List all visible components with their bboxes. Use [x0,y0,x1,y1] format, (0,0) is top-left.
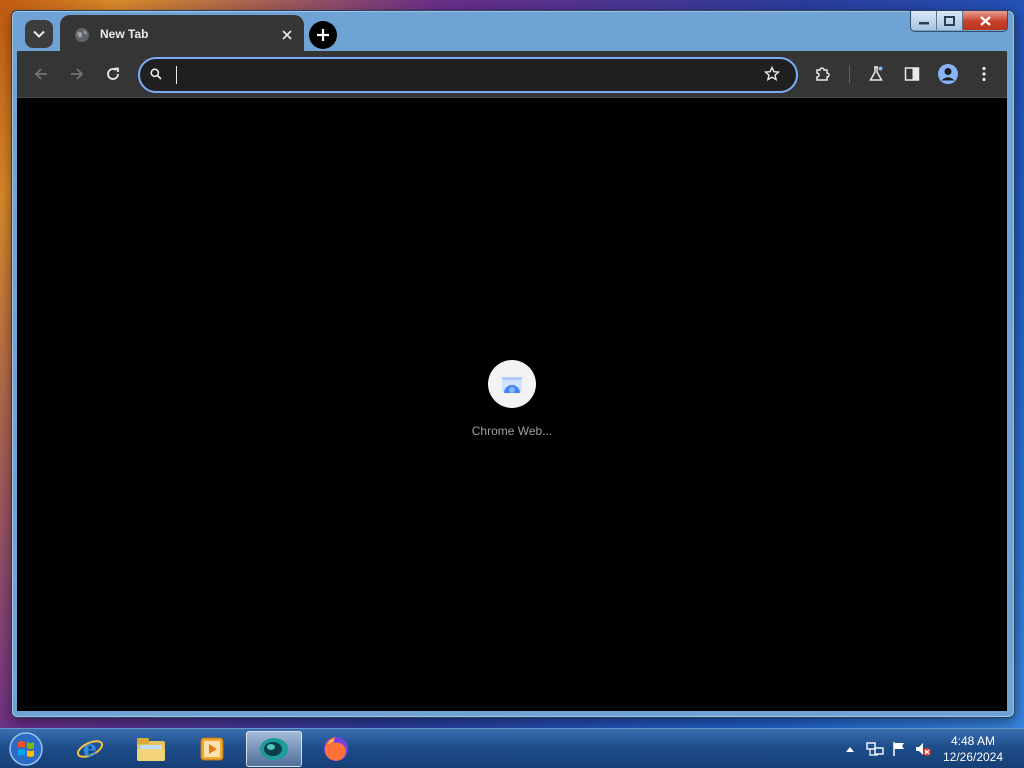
plus-icon [317,29,329,41]
taskbar-firefox[interactable] [308,731,364,767]
start-button[interactable] [7,731,45,767]
browser-window: New Tab Chrome Web... [11,10,1015,718]
tray-action-center[interactable] [889,729,909,768]
tray-volume[interactable] [913,729,933,768]
extensions-button[interactable] [811,62,835,86]
tab-close-icon[interactable] [280,28,294,42]
web-store-icon [502,377,522,393]
text-caret [176,66,177,84]
firefox-icon [324,737,348,761]
taskbar: e 4:48 AM 12/26/2024 [0,728,1024,768]
arrow-left-icon [34,68,47,80]
taskbar-media-player[interactable] [184,731,240,767]
taskbar-internet-explorer[interactable]: e [62,731,118,767]
side-panel-icon [904,67,920,81]
reload-button[interactable] [101,62,125,86]
shortcut-icon-circle [488,360,536,408]
address-bar[interactable] [138,57,798,93]
media-player-icon [200,737,224,761]
flag-icon [893,742,904,756]
volume-muted-icon [916,743,931,756]
tab-new-tab[interactable]: New Tab [60,15,304,55]
chevron-down-icon [33,30,45,38]
reload-icon [107,67,119,80]
shortcut-tile[interactable]: Chrome Web... [457,360,567,438]
flask-icon [869,66,883,81]
svg-text:e: e [83,736,97,762]
browser-app-icon [260,738,288,760]
clock-time: 4:48 AM [950,734,996,748]
star-icon[interactable] [764,66,780,82]
new-tab-button[interactable] [309,21,337,49]
new-tab-page: Chrome Web... [17,98,1007,711]
labs-button[interactable] [864,62,888,86]
toolbar-separator [849,65,850,83]
kebab-menu-icon [982,66,986,82]
taskbar-browser[interactable] [246,731,302,767]
avatar-icon [938,64,958,84]
puzzle-icon [816,67,830,81]
arrow-right-icon [71,68,84,80]
profile-button[interactable] [936,62,960,86]
internet-explorer-icon: e [76,736,104,762]
side-panel-button[interactable] [900,62,924,86]
menu-button[interactable] [972,62,996,86]
taskbar-clock[interactable]: 4:48 AM 12/26/2024 [936,733,1010,765]
shortcut-label: Chrome Web... [471,424,553,438]
address-input[interactable] [174,63,758,89]
file-explorer-icon [137,738,165,761]
toolbar [17,51,1007,98]
tab-title: New Tab [100,27,149,41]
back-button[interactable] [29,62,53,86]
globe-icon [75,28,89,42]
windows-start-icon [9,732,43,766]
network-icon [866,742,884,756]
chevron-up-icon [846,747,854,752]
taskbar-file-explorer[interactable] [123,731,179,767]
search-icon [150,68,162,80]
tab-search-button[interactable] [25,20,53,48]
forward-button[interactable] [65,62,89,86]
show-hidden-icons-button[interactable] [843,729,857,768]
tray-network[interactable] [865,729,885,768]
clock-date: 12/26/2024 [942,750,1004,764]
